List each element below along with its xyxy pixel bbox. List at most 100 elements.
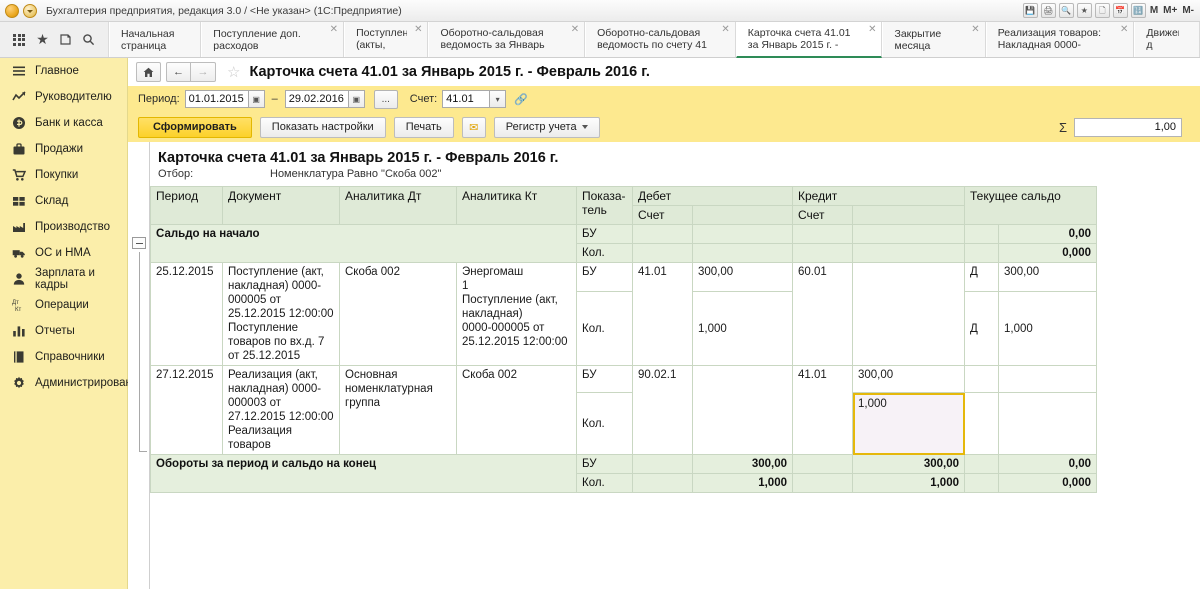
col-debit: Дебет (632, 186, 793, 206)
memory-add-button[interactable]: M+ (1162, 5, 1178, 16)
sidebar-item-administrirovanie[interactable]: Администрирование (0, 370, 145, 396)
bar-chart-icon (11, 324, 26, 339)
favorites-star-icon[interactable]: ★ (34, 31, 51, 48)
sidebar-item-zarplata-i-kadry[interactable]: Зарплата и кадры (0, 266, 127, 292)
row1-credit-account[interactable]: 41.01 (792, 365, 853, 455)
table-row[interactable]: 27.12.2015 Реализация (акт, накладная) 0… (150, 365, 1097, 455)
date-to-calendar-icon[interactable]: ▣ (348, 90, 365, 108)
history-icon[interactable] (57, 31, 74, 48)
search-icon[interactable] (80, 31, 97, 48)
row0-document: Поступление (акт, накладная) 0000-000005… (222, 262, 340, 366)
sidebar-item-bank-i-kassa[interactable]: Банк и касса (0, 110, 127, 136)
sidebar-item-otchety[interactable]: Отчеты (0, 318, 127, 344)
tab-zakrytie-mesyaca[interactable]: Закрытие месяца ✕ (882, 22, 986, 57)
register-button-label: Регистр учета (505, 121, 577, 133)
forward-button[interactable]: → (191, 62, 216, 82)
app-menu-orb[interactable] (5, 3, 19, 18)
row1-balance-bu[interactable] (998, 365, 1097, 393)
tab-close-icon[interactable]: ✕ (414, 25, 422, 35)
account-label: Счет: (409, 93, 438, 105)
calculator-icon[interactable]: 🔢 (1130, 3, 1146, 18)
date-from-input[interactable]: 01.01.2015 (184, 90, 249, 108)
totals-debit-kol: 1,000 (692, 473, 793, 493)
print-preview-icon[interactable]: 🔍 (1058, 3, 1074, 18)
sidebar-item-rukovoditelyu[interactable]: Руководителю (0, 84, 127, 110)
save-icon[interactable]: 💾 (1022, 3, 1038, 18)
memory-recall-button[interactable]: M (1149, 5, 1159, 16)
person-icon (11, 272, 26, 287)
sidebar-item-pokupki[interactable]: Покупки (0, 162, 127, 188)
sidebar-item-prodazhi[interactable]: Продажи (0, 136, 127, 162)
row0-indicator-bu: БУ (576, 262, 633, 292)
memory-sub-button[interactable]: M- (1181, 5, 1195, 16)
calendar-icon[interactable]: 📅 (1112, 3, 1128, 18)
group-collapse-button[interactable] (132, 237, 146, 249)
print-icon[interactable]: 🖨 (1040, 3, 1056, 18)
report-title: Карточка счета 41.01 за Январь 2015 г. -… (158, 150, 559, 166)
row0-debit-bu[interactable]: 300,00 (692, 262, 793, 292)
table-row[interactable]: 25.12.2015 Поступление (акт, накладная) … (150, 262, 1097, 366)
tab-dvizheniya-realizaciya[interactable]: Движения д Реализация (1134, 22, 1200, 57)
sidebar-item-label: Отчеты (35, 325, 75, 337)
show-settings-button[interactable]: Показать настройки (259, 116, 386, 138)
sidebar-item-glavnoe[interactable]: Главное (0, 58, 127, 84)
tab-kartochka-scheta-41-01[interactable]: Карточка счета 41.01 за Январь 2015 г. -… (735, 22, 883, 58)
app-dropdown-orb[interactable] (23, 3, 37, 18)
sidebar-item-sklad[interactable]: Склад (0, 188, 127, 214)
tab-close-icon[interactable]: ✕ (971, 25, 979, 35)
sidebar-item-proizvodstvo[interactable]: Производство (0, 214, 127, 240)
row1-credit-bu[interactable]: 300,00 (852, 365, 965, 393)
row0-debit-account[interactable]: 41.01 (632, 262, 693, 366)
sidebar-item-label: ОС и НМА (35, 247, 91, 259)
totals-debit-bu: 300,00 (692, 454, 793, 474)
sidebar-item-spravochniki[interactable]: Справочники (0, 344, 127, 370)
period-more-button[interactable]: ... (373, 89, 398, 109)
menu-grid-icon[interactable] (11, 31, 28, 48)
book-icon (11, 350, 26, 365)
row0-credit-account[interactable]: 60.01 (792, 262, 853, 366)
account-dropdown-icon[interactable]: ▾ (490, 90, 507, 108)
tab-close-icon[interactable]: ✕ (1120, 25, 1128, 35)
opening-balance-value-kol: 0,000 (998, 243, 1097, 263)
tab-close-icon[interactable]: ✕ (330, 25, 338, 35)
row1-debit-account[interactable]: 90.02.1 (632, 365, 693, 455)
favorites-icon[interactable]: ★ (1076, 3, 1092, 18)
sum-value-field[interactable]: 1,00 (1074, 117, 1182, 137)
print-button[interactable]: Печать (393, 116, 454, 138)
tab-close-icon[interactable]: ✕ (868, 25, 876, 35)
envelope-icon[interactable]: ✉ (461, 116, 486, 138)
tab-nachalnaya-stranica[interactable]: Начальная страница (108, 22, 202, 57)
copy-icon[interactable]: 🗋 (1094, 3, 1110, 18)
totals-balance-kol: 0,000 (998, 473, 1097, 493)
date-from-calendar-icon[interactable]: ▣ (248, 90, 265, 108)
row1-balance-kol[interactable] (998, 392, 1097, 455)
register-button[interactable]: Регистр учета (493, 116, 600, 138)
account-input[interactable]: 41.01 (442, 90, 491, 108)
row0-balance-kol[interactable]: 1,000 (998, 291, 1097, 366)
home-button[interactable] (136, 62, 161, 82)
tab-osv-po-schetu-41[interactable]: Оборотно-сальдовая ведомость по счету 41… (585, 22, 736, 57)
tab-osv-za-yanvar-2015[interactable]: Оборотно-сальдовая ведомость за Январь 2… (428, 22, 586, 57)
tab-close-icon[interactable]: ✕ (721, 25, 729, 35)
back-button[interactable]: ← (166, 62, 191, 82)
tab-close-icon[interactable]: ✕ (571, 25, 579, 35)
sidebar-item-os-i-nma[interactable]: ОС и НМА (0, 240, 127, 266)
sidebar-item-operacii[interactable]: Дт Кт Операции (0, 292, 127, 318)
report-table: Период Документ Аналитика Дт Аналитика К… (150, 186, 1097, 493)
link-icon[interactable]: 🔗 (514, 93, 528, 106)
generate-button[interactable]: Сформировать (138, 116, 252, 138)
row0-debit-kol[interactable]: 1,000 (692, 291, 793, 366)
row0-credit-bu[interactable] (852, 262, 965, 366)
tab-realizaciya-tovarov[interactable]: Реализация товаров: Накладная 0000-00000… (985, 22, 1135, 57)
sidebar-item-label: Руководителю (35, 91, 112, 103)
opening-balance-sign-bu (964, 224, 999, 244)
tab-postuplenie-dop-rashodov[interactable]: Поступление доп. расходов ✕ (201, 22, 345, 57)
totals-balance-bu: 0,00 (998, 454, 1097, 474)
tab-postuplenie-akty-nakl[interactable]: Поступление (акты, накл... ✕ (344, 22, 429, 57)
star-outline-icon[interactable]: ☆ (227, 63, 240, 81)
row1-credit-kol[interactable]: 1,000 (852, 392, 965, 455)
date-to-input[interactable]: 29.02.2016 (284, 90, 349, 108)
row0-balance-bu[interactable]: 300,00 (998, 262, 1097, 292)
opening-credit-bu (852, 224, 965, 244)
row1-debit-bu[interactable] (692, 365, 793, 455)
